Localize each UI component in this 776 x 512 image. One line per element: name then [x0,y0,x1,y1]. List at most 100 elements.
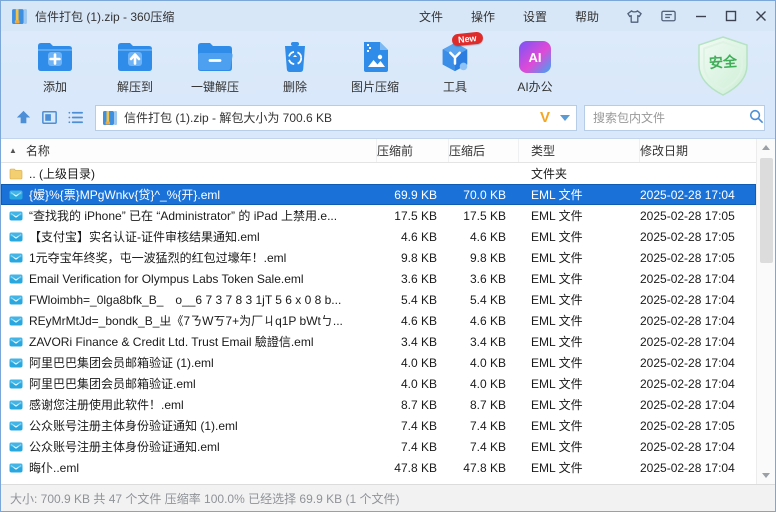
eml-file-icon [9,377,23,391]
table-row[interactable]: “查找我的 iPhone” 已在 “Administrator” 的 iPad … [1,205,756,226]
address-bar: 信件打包 (1).zip - 解包大小为 700.6 KB V [1,101,775,139]
list-view-icon[interactable] [63,107,87,129]
eml-file-icon [9,209,23,223]
size-before: 8.7 KB [377,398,449,412]
search-icon[interactable] [748,108,765,128]
table-row[interactable]: 1元夺宝年终奖，屯一波猛烈的红包过壕年！.eml 9.8 KB 9.8 KB E… [1,247,756,268]
file-name: {嫒}%{票}MPgWnkv{贷}^_%{开}.eml [29,186,220,203]
table-row[interactable]: 感谢您注册使用此软件！.eml 8.7 KB 8.7 KB EML 文件 202… [1,394,756,415]
file-type: EML 文件 [519,312,640,329]
modified-date: 2025-02-28 17:04 [640,440,756,454]
file-type: EML 文件 [519,459,640,476]
toolbar-label: 解压到 [117,78,153,95]
size-before: 4.0 KB [377,356,449,370]
modified-date: 2025-02-28 17:04 [640,272,756,286]
menu-file[interactable]: 文件 [419,8,443,25]
up-directory-icon[interactable] [11,107,35,129]
table-row[interactable]: Email Verification for Olympus Labs Toke… [1,268,756,289]
toolbar: 添加 解压到 一键解压 删除 图片压缩 New [1,31,775,101]
size-after: 4.0 KB [449,356,519,370]
scrollbar-track[interactable] [757,156,775,467]
table-row[interactable]: REyMrMtJd=_bondk_B_ㄓ《7ㄋWㄎ7+为厂ㄐq1P bWtㄅ..… [1,310,756,331]
table-row[interactable]: 【支付宝】实名认证-证件审核结果通知.eml 4.6 KB 4.6 KB EML… [1,226,756,247]
menu-settings[interactable]: 设置 [523,8,547,25]
security-shield[interactable]: 安全 [693,35,753,97]
trash-icon [278,39,312,75]
toolbar-label: 图片压缩 [351,78,399,95]
modified-date: 2025-02-28 17:04 [640,293,756,307]
vip-v-icon[interactable]: V [540,109,550,126]
scroll-up-icon[interactable] [757,139,775,156]
table-row[interactable]: 阿里巴巴集团会员邮箱验证 (1).eml 4.0 KB 4.0 KB EML 文… [1,352,756,373]
feedback-icon[interactable] [659,7,677,25]
table-row[interactable]: 公众账号注册主体身份验证通知 (1).eml 7.4 KB 7.4 KB EML… [1,415,756,436]
modified-date: 2025-02-28 17:05 [640,251,756,265]
table-row[interactable]: .. (上级目录) 文件夹 [1,163,756,184]
table-row[interactable]: FWloimbh=_0lga8bfk_B_ o__6 7 3 7 8 3 1jT… [1,289,756,310]
column-header-size-after[interactable]: 压缩后 [449,139,519,162]
file-type: EML 文件 [519,417,640,434]
eml-file-icon [9,272,23,286]
eml-file-icon [9,335,23,349]
minimize-button[interactable] [693,8,709,24]
file-name: 阿里巴巴集团会员邮箱验证 (1).eml [29,354,214,371]
file-name: 【支付宝】实名认证-证件审核结果通知.eml [29,228,260,245]
file-name: “查找我的 iPhone” 已在 “Administrator” 的 iPad … [29,207,337,224]
column-header-size-before[interactable]: 压缩前 [377,139,449,162]
menu-action[interactable]: 操作 [471,8,495,25]
size-after: 4.6 KB [449,314,519,328]
file-type: EML 文件 [519,333,640,350]
size-after: 3.6 KB [449,272,519,286]
size-after: 7.4 KB [449,419,519,433]
size-after: 8.7 KB [449,398,519,412]
file-type: EML 文件 [519,186,640,203]
add-button[interactable]: 添加 [15,35,95,95]
eml-file-icon [9,440,23,454]
add-folder-icon [35,39,75,75]
image-compress-button[interactable]: 图片压缩 [335,35,415,95]
delete-button[interactable]: 删除 [255,35,335,95]
zip-archive-icon [11,8,28,25]
one-click-extract-button[interactable]: 一键解压 [175,35,255,95]
file-name: ZAVORi Finance & Credit Ltd. Trust Email… [29,333,314,350]
modified-date: 2025-02-28 17:04 [640,398,756,412]
tools-button[interactable]: New 工具 [415,35,495,95]
menu-help[interactable]: 帮助 [575,8,599,25]
size-before: 7.4 KB [377,440,449,454]
extract-to-button[interactable]: 解压到 [95,35,175,95]
modified-date: 2025-02-28 17:04 [640,356,756,370]
search-input[interactable] [593,111,748,125]
maximize-button[interactable] [723,8,739,24]
table-row[interactable]: 公众账号注册主体身份验证通知.eml 7.4 KB 7.4 KB EML 文件 … [1,436,756,457]
search-box[interactable] [584,105,765,131]
column-header-type[interactable]: 类型 [519,139,640,162]
skin-theme-icon[interactable] [625,7,643,25]
combobox-dropdown-arrow-icon[interactable] [560,115,570,121]
scrollbar-thumb[interactable] [760,158,773,263]
table-row[interactable]: 阿里巴巴集团会员邮箱验证.eml 4.0 KB 4.0 KB EML 文件 20… [1,373,756,394]
scroll-down-icon[interactable] [757,467,775,484]
close-button[interactable] [753,8,769,24]
modified-date: 2025-02-28 17:04 [640,377,756,391]
size-before: 69.9 KB [377,188,449,202]
size-after: 17.5 KB [449,209,519,223]
file-name: 公众账号注册主体身份验证通知.eml [29,438,220,455]
vertical-scrollbar[interactable] [756,139,775,484]
modified-date: 2025-02-28 17:04 [640,335,756,349]
modified-date: 2025-02-28 17:04 [640,461,756,475]
title-bar: 信件打包 (1).zip - 360压缩 文件 操作 设置 帮助 [1,1,775,31]
size-before: 3.4 KB [377,335,449,349]
size-before: 3.6 KB [377,272,449,286]
view-mode-icon[interactable] [37,107,61,129]
archive-path-combobox[interactable]: 信件打包 (1).zip - 解包大小为 700.6 KB V [95,105,577,131]
table-row[interactable]: {嫒}%{票}MPgWnkv{贷}^_%{开}.eml 69.9 KB 70.0… [1,184,756,205]
eml-file-icon [9,356,23,370]
table-row[interactable]: 晦仆..eml 47.8 KB 47.8 KB EML 文件 2025-02-2… [1,457,756,478]
ai-office-button[interactable]: AI AI办公 [495,35,575,95]
file-name: 晦仆..eml [29,459,79,476]
table-row[interactable]: ZAVORi Finance & Credit Ltd. Trust Email… [1,331,756,352]
column-header-date[interactable]: 修改日期 [640,139,756,162]
column-header-name[interactable]: ▲ 名称 [1,139,377,162]
size-before: 9.8 KB [377,251,449,265]
file-name: 1元夺宝年终奖，屯一波猛烈的红包过壕年！.eml [29,249,286,266]
